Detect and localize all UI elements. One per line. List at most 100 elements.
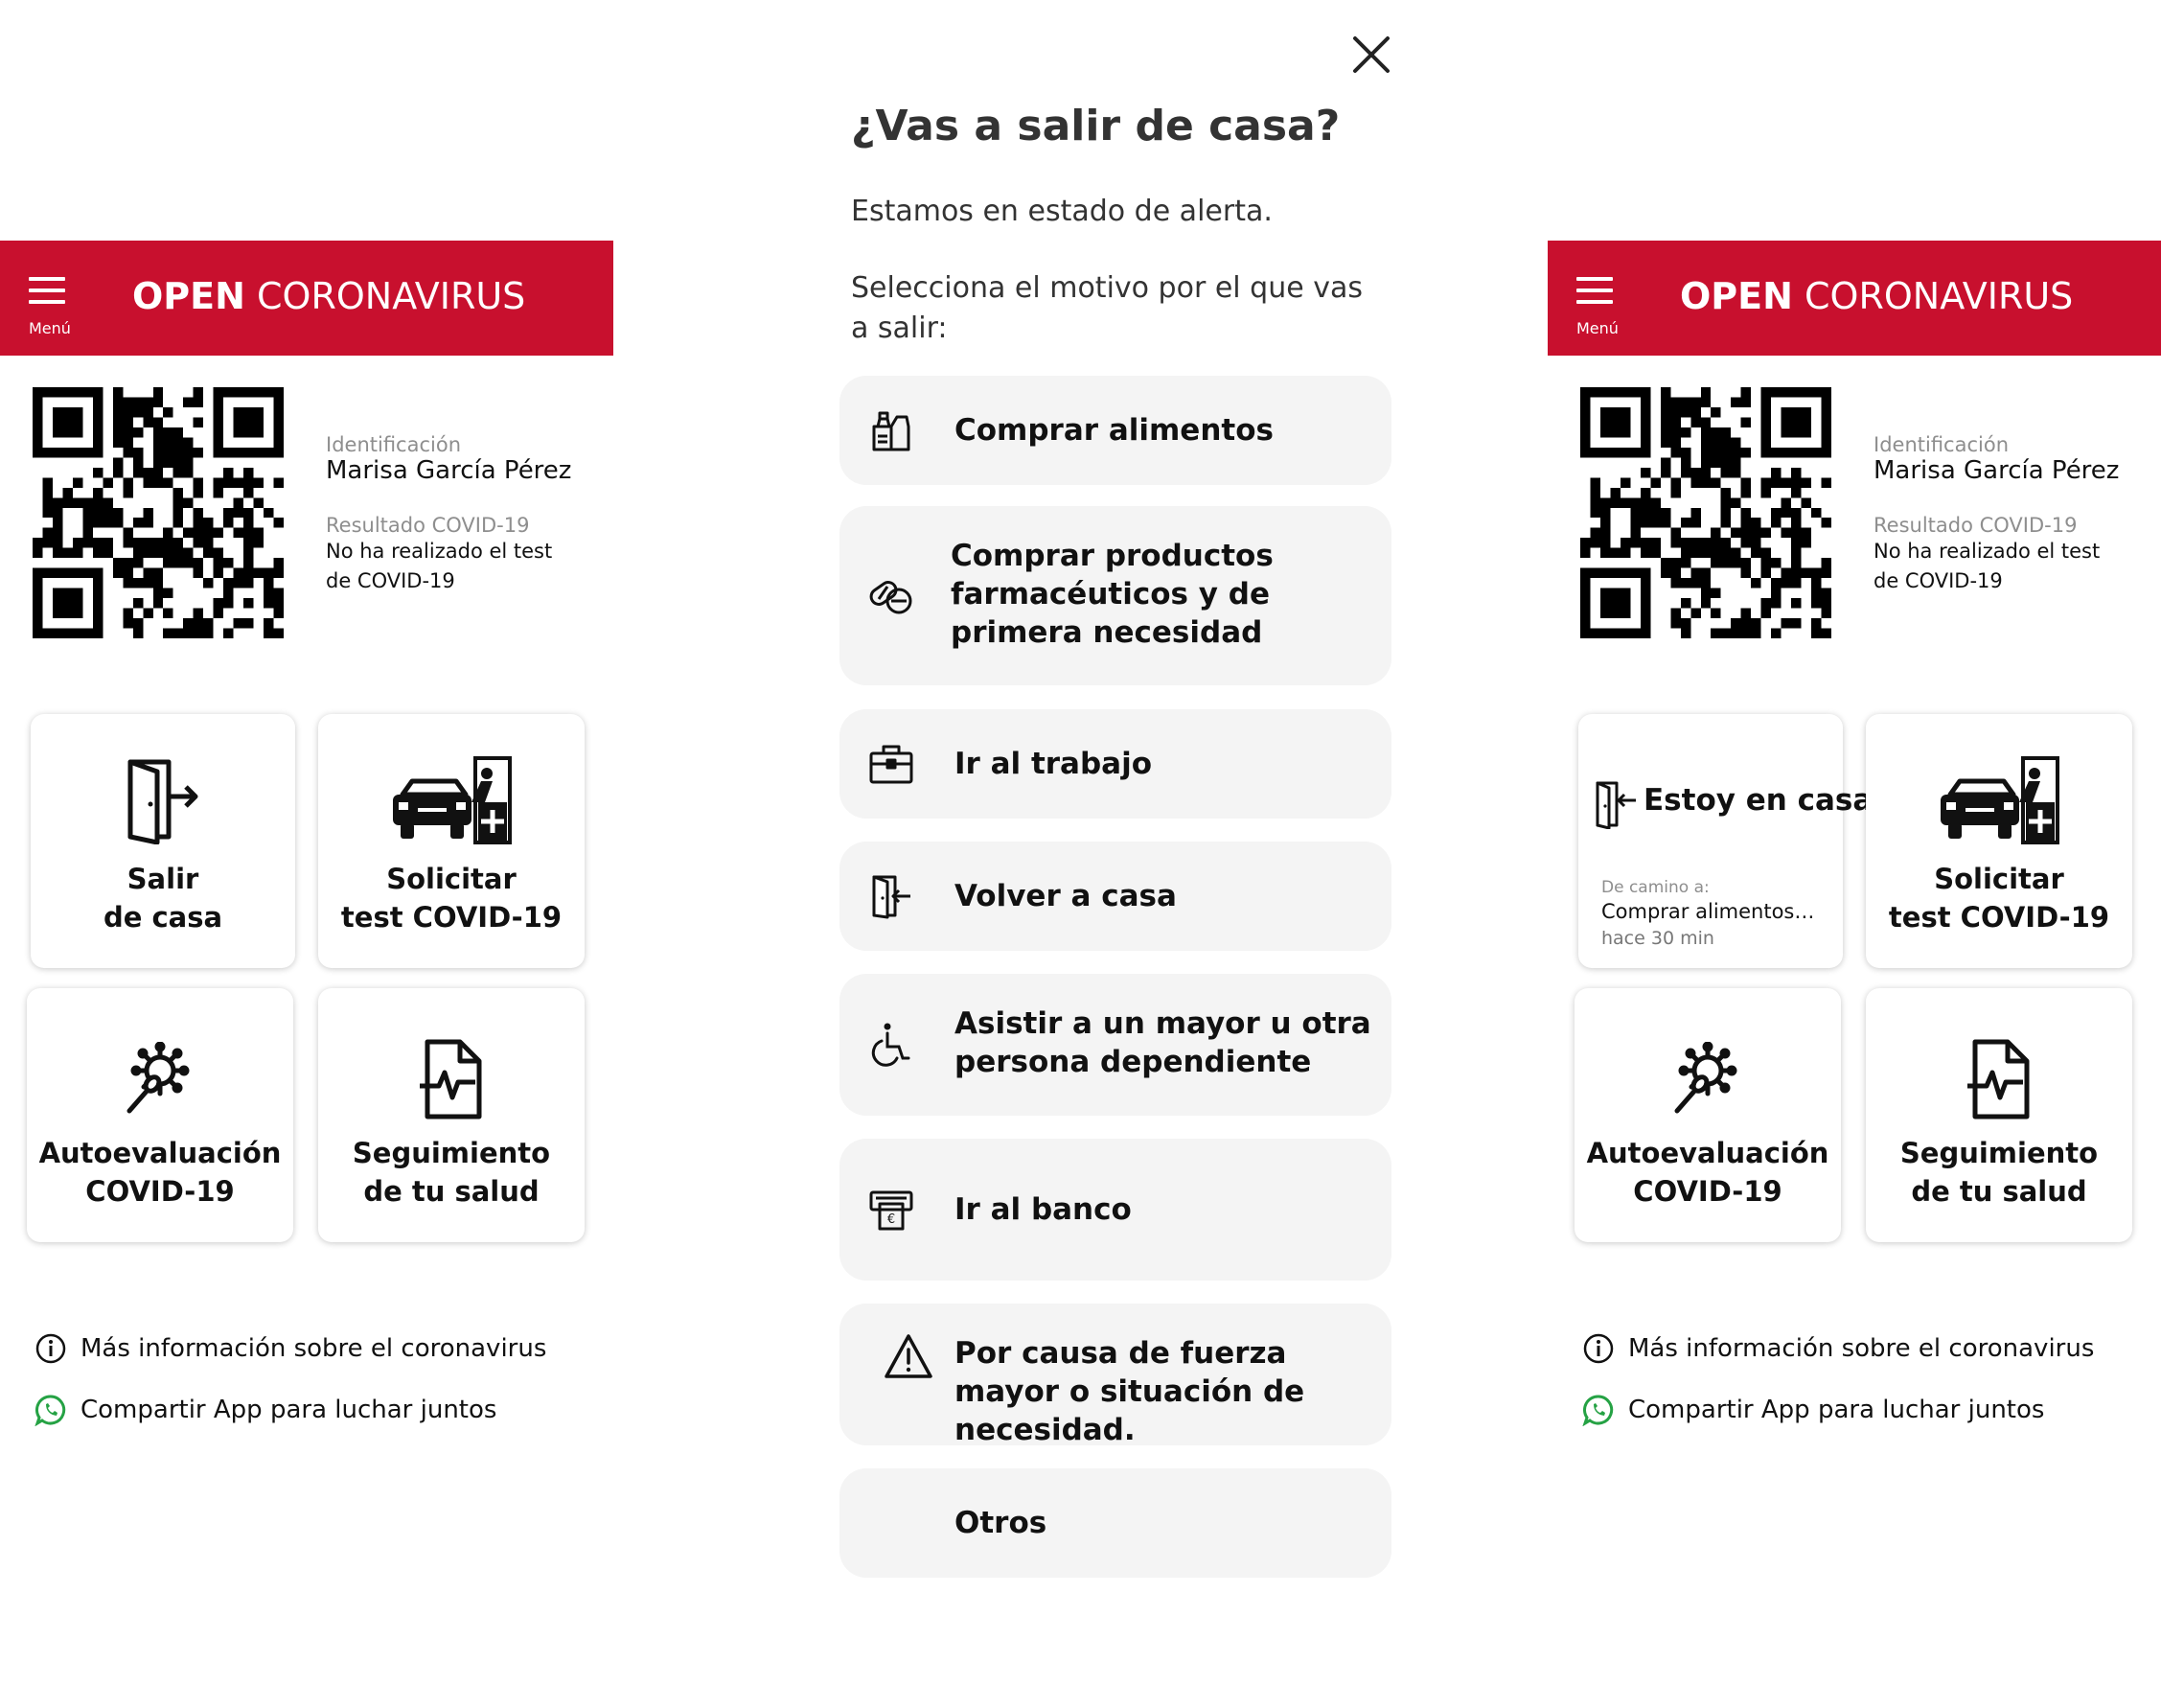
option-buy-food[interactable]: Comprar alimentos [839, 376, 1391, 485]
request-test-line1: Solicitar [386, 863, 517, 895]
self-evaluation-line2: COVID-19 [1633, 1175, 1782, 1208]
home-screen-left: Menú OPEN CORONAVIRUS Identificación Mar… [0, 0, 613, 1708]
leave-home-card[interactable]: Salir de casa [31, 714, 295, 968]
hamburger-icon [29, 277, 65, 312]
at-home-row: Estoy en casa [1594, 781, 1873, 829]
option-assist-person[interactable]: Asistir a un mayor u otra persona depend… [839, 974, 1391, 1116]
modal-subtitle: Estamos en estado de alerta. [851, 195, 1273, 228]
health-tracking-card[interactable]: Seguimiento de tu salud [318, 988, 585, 1242]
option-others-label: Otros [954, 1506, 1047, 1540]
user-name: Marisa García Pérez [326, 456, 572, 485]
more-info-text: Más información sobre el coronavirus [80, 1334, 547, 1363]
app-title: OPEN CORONAVIRUS [132, 273, 525, 319]
brand-bold: OPEN [132, 275, 245, 317]
app-header: Menú OPEN CORONAVIRUS [1548, 241, 2161, 356]
option-buy-pharma-label: Comprar productos farmacéuticos y de pri… [951, 539, 1274, 650]
health-tracking-line2: de tu salud [1911, 1175, 2087, 1208]
wheelchair-icon [871, 1023, 910, 1067]
qr-code [33, 387, 284, 638]
leave-home-line1: Salir [126, 863, 199, 895]
health-tracking-line2: de tu salud [363, 1175, 540, 1208]
on-the-way-block: De camino a: Comprar alimentos… hace 30 … [1601, 877, 1831, 951]
menu-button[interactable]: Menú [23, 277, 77, 340]
result-label: Resultado COVID-19 [326, 514, 530, 537]
result-line-1: No ha realizado el test [1874, 540, 2101, 563]
on-the-way-label: De camino a: [1601, 878, 1710, 897]
app-title: OPEN CORONAVIRUS [1680, 273, 2073, 319]
app-header: Menú OPEN CORONAVIRUS [0, 241, 613, 356]
self-evaluation-line1: Autoevaluación [38, 1137, 282, 1169]
whatsapp-icon [34, 1395, 66, 1426]
leave-home-line2: de casa [103, 901, 223, 934]
health-tracking-card[interactable]: Seguimiento de tu salud [1866, 988, 2132, 1242]
home-screen-right: Menú OPEN CORONAVIRUS Identificación Mar… [1548, 0, 2161, 1708]
leave-home-modal: ¿Vas a salir de casa? Estamos en estado … [826, 0, 1401, 1708]
result-line-2: de COVID-19 [326, 569, 455, 592]
option-assist-person-label: Asistir a un mayor u otra persona depend… [954, 1006, 1371, 1079]
option-buy-pharma[interactable]: Comprar productos farmacéuticos y de pri… [839, 506, 1391, 685]
atm-icon: € [869, 1190, 913, 1231]
user-name: Marisa García Pérez [1874, 456, 2120, 485]
identity-block: Identificación Marisa García Pérez Resul… [326, 433, 604, 596]
on-the-way-value: Comprar alimentos… [1601, 900, 1815, 923]
option-go-to-work[interactable]: Ir al trabajo [839, 709, 1391, 819]
option-buy-food-label: Comprar alimentos [954, 413, 1274, 448]
option-return-home-label: Volver a casa [954, 879, 1177, 913]
grocery-icon [872, 411, 910, 451]
identity-block: Identificación Marisa García Pérez Resul… [1874, 433, 2151, 596]
request-test-line2: test COVID-19 [1888, 901, 2110, 934]
result-label: Resultado COVID-19 [1874, 514, 2078, 537]
health-tracking-line1: Seguimiento [1899, 1137, 2099, 1169]
brand-regular: CORONAVIRUS [257, 275, 526, 317]
menu-label: Menú [29, 319, 71, 337]
request-test-line1: Solicitar [1934, 863, 2064, 895]
health-tracking-line1: Seguimiento [352, 1137, 551, 1169]
door-enter-icon [872, 875, 910, 919]
brand-bold: OPEN [1680, 275, 1793, 317]
self-evaluation-card[interactable]: Autoevaluación COVID-19 [27, 988, 293, 1242]
modal-title: ¿Vas a salir de casa? [851, 102, 1341, 150]
self-evaluation-card[interactable]: Autoevaluación COVID-19 [1575, 988, 1841, 1242]
info-icon [35, 1333, 66, 1364]
at-home-card[interactable]: Estoy en casa De camino a: Comprar alime… [1578, 714, 1873, 968]
option-force-majeure[interactable]: Por causa de fuerza mayor o situación de… [839, 1304, 1391, 1447]
virus-swab-icon [126, 1042, 190, 1114]
pills-icon [869, 581, 912, 614]
on-the-way-time: hace 30 min [1601, 928, 1714, 949]
health-report-icon [420, 1039, 482, 1119]
request-test-card[interactable]: Solicitar test COVID-19 [318, 714, 585, 968]
door-exit-icon [127, 759, 198, 844]
self-evaluation-line2: COVID-19 [85, 1175, 235, 1208]
brand-regular: CORONAVIRUS [1805, 275, 2074, 317]
health-report-icon [1967, 1039, 2030, 1119]
request-test-line2: test COVID-19 [340, 901, 563, 934]
modal-instruction: Selecciona el motivo por el que vas a sa… [851, 271, 1363, 345]
close-icon[interactable] [1349, 33, 1393, 77]
request-test-card[interactable]: Solicitar test COVID-19 [1866, 714, 2132, 968]
result-line-2: de COVID-19 [1874, 569, 2003, 592]
id-label: Identificación [326, 433, 462, 456]
svg-text:€: € [887, 1212, 895, 1227]
result-line-1: No ha realizado el test [326, 540, 553, 563]
option-go-to-bank-label: Ir al banco [954, 1192, 1132, 1227]
whatsapp-icon [1582, 1395, 1614, 1426]
virus-swab-icon [1674, 1042, 1737, 1114]
option-go-to-bank[interactable]: € Ir al banco [839, 1139, 1391, 1281]
info-icon [1583, 1333, 1614, 1364]
self-evaluation-line1: Autoevaluación [1586, 1137, 1829, 1169]
drive-through-test-icon [1941, 756, 2059, 844]
hamburger-icon [1576, 277, 1613, 312]
qr-code [1580, 387, 1831, 638]
option-go-to-work-label: Ir al trabajo [954, 747, 1153, 781]
option-return-home[interactable]: Volver a casa [839, 842, 1391, 951]
option-force-majeure-label: Por causa de fuerza mayor o situación de… [954, 1336, 1305, 1447]
door-enter-icon [1596, 781, 1636, 829]
id-label: Identificación [1874, 433, 2010, 456]
share-app-text: Compartir App para luchar juntos [80, 1396, 497, 1424]
drive-through-test-icon [393, 756, 512, 844]
briefcase-icon [869, 745, 913, 784]
option-others[interactable]: Otros [839, 1468, 1391, 1578]
at-home-label: Estoy en casa [1644, 783, 1874, 818]
menu-button[interactable]: Menú [1571, 277, 1624, 340]
share-app-text: Compartir App para luchar juntos [1628, 1396, 2045, 1424]
